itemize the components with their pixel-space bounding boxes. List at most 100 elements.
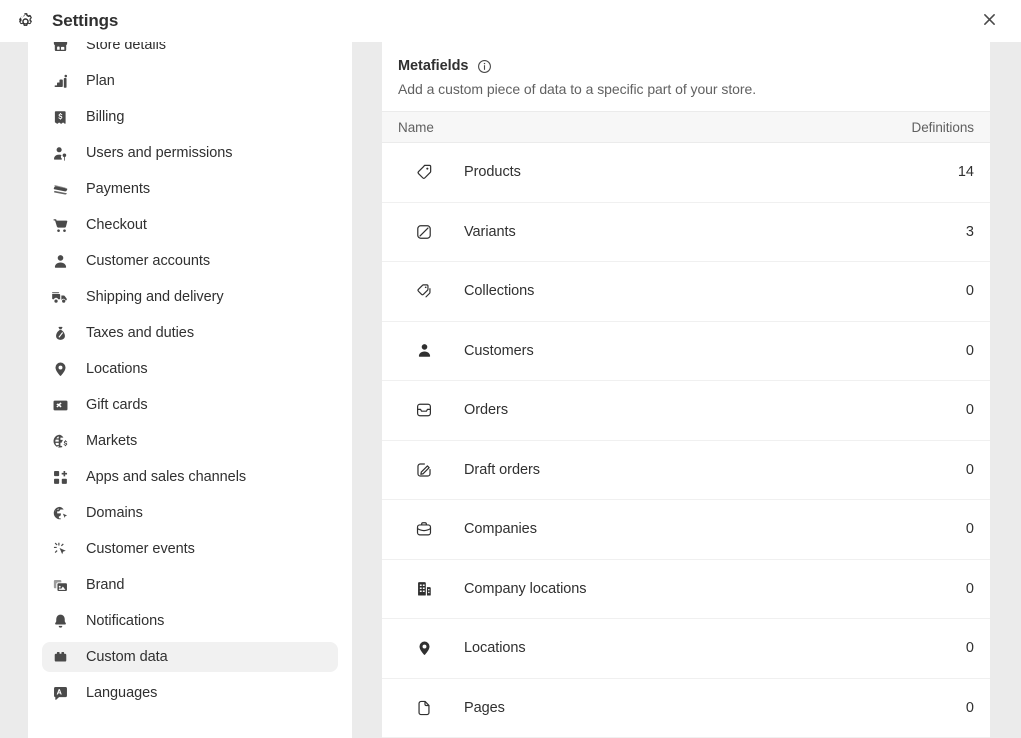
plan-chart-icon: [50, 71, 70, 91]
bell-icon: [50, 611, 70, 631]
row-name: Draft orders: [464, 461, 540, 478]
row-definitions-count: 0: [965, 283, 974, 300]
sidebar-item-label: Billing: [86, 108, 125, 125]
column-header-definitions: Definitions: [911, 119, 975, 135]
sidebar-item-label: Notifications: [86, 612, 165, 629]
close-icon: [983, 13, 996, 29]
table-row[interactable]: Locations 0: [382, 619, 990, 679]
row-definitions-count: 14: [957, 164, 974, 181]
sidebar-item-locations[interactable]: Locations: [42, 354, 338, 384]
building-icon: [414, 579, 434, 599]
collections-tag-icon: [414, 281, 434, 301]
sidebar-item-domains[interactable]: Domains: [42, 498, 338, 528]
sidebar-item-payments[interactable]: Payments: [42, 174, 338, 204]
table-row[interactable]: Variants 3: [382, 202, 990, 262]
modal-titlebar: Settings: [0, 0, 1021, 42]
markets-globe-icon: [50, 431, 70, 451]
sidebar-item-taxes-and-duties[interactable]: Taxes and duties: [42, 318, 338, 348]
row-definitions-count: 0: [965, 580, 974, 597]
table-header-row: Name Definitions: [382, 111, 990, 143]
delivery-truck-icon: [50, 287, 70, 307]
person-icon: [50, 251, 70, 271]
sidebar-item-users-and-permissions[interactable]: Users and permissions: [42, 138, 338, 168]
sidebar-item-apps-and-sales-channels[interactable]: Apps and sales channels: [42, 462, 338, 492]
row-definitions-count: 0: [965, 342, 974, 359]
row-definitions-count: 0: [965, 521, 974, 538]
sidebar-item-brand[interactable]: Brand: [42, 570, 338, 600]
row-name: Locations: [464, 640, 526, 657]
table-row[interactable]: Collections 0: [382, 262, 990, 322]
table-row[interactable]: Orders 0: [382, 381, 990, 441]
page-document-icon: [414, 698, 434, 718]
table-row[interactable]: Pages 0: [382, 678, 990, 738]
row-name: Collections: [464, 283, 535, 300]
table-body: Products 14 Variants 3 Collections 0 Customers…: [382, 143, 990, 738]
row-definitions-count: 0: [965, 640, 974, 657]
sidebar-item-gift-cards[interactable]: Gift cards: [42, 390, 338, 420]
metafields-panel: Metafields Add a custom piece of data to…: [382, 42, 990, 738]
sidebar-item-label: Apps and sales channels: [86, 468, 247, 485]
sidebar-item-label: Checkout: [86, 216, 147, 233]
row-name: Products: [464, 164, 521, 181]
order-inbox-icon: [414, 400, 434, 420]
sidebar-item-store-details[interactable]: Store details: [42, 42, 338, 60]
table-row[interactable]: Company locations 0: [382, 559, 990, 619]
sidebar-item-customer-accounts[interactable]: Customer accounts: [42, 246, 338, 276]
sidebar-item-markets[interactable]: Markets: [42, 426, 338, 456]
sidebar-item-customer-events[interactable]: Customer events: [42, 534, 338, 564]
sidebar-item-label: Brand: [86, 576, 125, 593]
sidebar-item-languages[interactable]: Languages: [42, 678, 338, 708]
table-row[interactable]: Products 14: [382, 143, 990, 203]
modal-body: Store details Plan Billing Users and permis…: [0, 42, 1021, 738]
metafields-card-header: Metafields Add a custom piece of data to…: [382, 42, 990, 111]
sidebar-item-label: Markets: [86, 432, 138, 449]
row-definitions-count: 3: [965, 223, 974, 240]
row-name: Variants: [464, 223, 516, 240]
metafields-title: Metafields: [398, 58, 469, 74]
apps-grid-plus-icon: [50, 467, 70, 487]
sidebar-item-label: Shipping and delivery: [86, 288, 224, 305]
briefcase-icon: [414, 519, 434, 539]
gear-icon: [14, 10, 36, 32]
row-name: Customers: [464, 342, 534, 359]
sidebar-item-plan[interactable]: Plan: [42, 66, 338, 96]
sidebar-item-billing[interactable]: Billing: [42, 102, 338, 132]
draft-order-edit-icon: [414, 460, 434, 480]
sidebar-item-label: Locations: [86, 360, 148, 377]
table-row[interactable]: Companies 0: [382, 500, 990, 560]
sidebar-item-label: Languages: [86, 684, 158, 701]
table-row[interactable]: Customers 0: [382, 321, 990, 381]
sidebar-item-label: Gift cards: [86, 396, 148, 413]
sidebar-item-label: Users and permissions: [86, 144, 233, 161]
sidebar-item-label: Customer events: [86, 540, 195, 557]
metafields-subtitle: Add a custom piece of data to a specific…: [398, 81, 757, 97]
row-name: Companies: [464, 521, 537, 538]
payments-card-icon: [50, 179, 70, 199]
close-button[interactable]: [975, 7, 1003, 35]
cart-icon: [50, 215, 70, 235]
info-circle-icon[interactable]: [476, 58, 492, 74]
custom-data-icon: [50, 647, 70, 667]
sidebar-item-label: Customer accounts: [86, 252, 211, 269]
brand-image-icon: [50, 575, 70, 595]
row-name: Company locations: [464, 580, 587, 597]
location-pin-icon: [414, 638, 434, 658]
row-definitions-count: 0: [965, 461, 974, 478]
gift-card-icon: [50, 395, 70, 415]
metafields-title-row: Metafields: [398, 58, 974, 74]
domains-globe-icon: [50, 503, 70, 523]
sidebar-item-checkout[interactable]: Checkout: [42, 210, 338, 240]
store-icon: [50, 42, 70, 55]
sidebar-item-notifications[interactable]: Notifications: [42, 606, 338, 636]
user-key-icon: [50, 143, 70, 163]
row-name: Pages: [464, 699, 505, 716]
tax-bag-icon: [50, 323, 70, 343]
sidebar-item-custom-data[interactable]: Custom data: [42, 642, 338, 672]
person-icon: [414, 341, 434, 361]
tag-icon: [414, 162, 434, 182]
row-name: Orders: [464, 402, 509, 419]
location-pin-icon: [50, 359, 70, 379]
sidebar-item-shipping-and-delivery[interactable]: Shipping and delivery: [42, 282, 338, 312]
row-definitions-count: 0: [965, 402, 974, 419]
table-row[interactable]: Draft orders 0: [382, 440, 990, 500]
